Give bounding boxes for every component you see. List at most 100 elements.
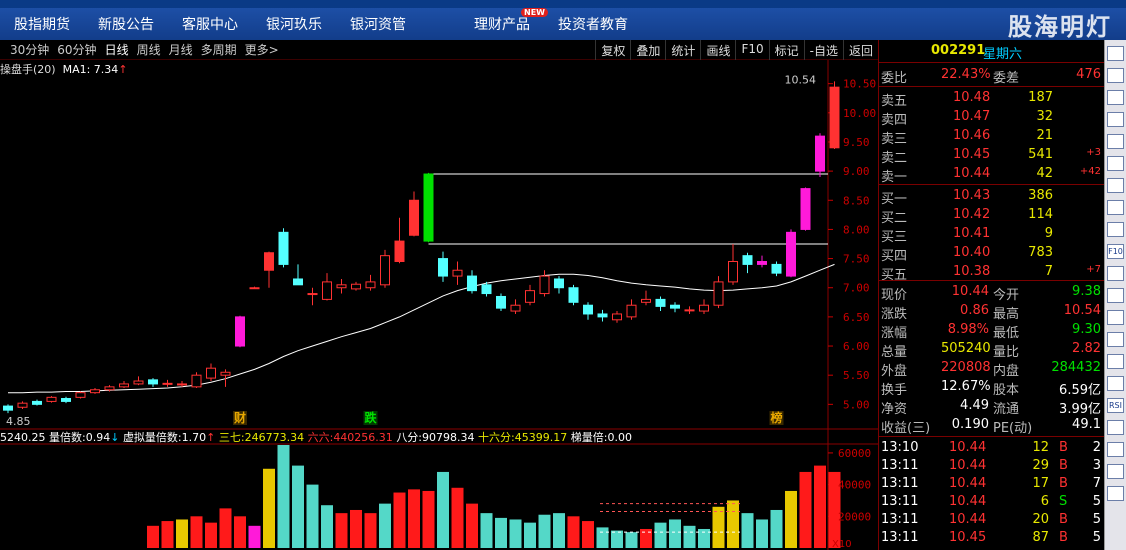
- period-60min[interactable]: 60分钟: [53, 41, 100, 58]
- nav-futures[interactable]: 股指期货: [0, 14, 84, 34]
- mark-button[interactable]: 标记: [768, 40, 804, 60]
- ask-row[interactable]: 卖五 10.48 187: [879, 89, 1105, 109]
- y-tick-label: 9.50: [843, 136, 870, 149]
- sidebar-tool-icon[interactable]: [1107, 112, 1124, 127]
- tick-count: 5: [1092, 512, 1101, 527]
- ask-label: 卖五: [881, 94, 908, 109]
- stat-row[interactable]: 涨跌 0.86 最高 10.54: [879, 302, 1105, 322]
- ask-row[interactable]: 卖二 10.45 541 +3: [879, 146, 1105, 166]
- menu-bar: [0, 0, 1126, 8]
- sidebar-tool-icon[interactable]: [1107, 68, 1124, 83]
- vol-tick-label: 20000: [838, 510, 871, 523]
- volume-bar: [567, 516, 580, 548]
- overlay-button[interactable]: 叠加: [630, 40, 665, 60]
- nav-wealth[interactable]: 理财产品 NEW: [460, 8, 548, 34]
- sidebar-tool-icon[interactable]: [1107, 222, 1124, 237]
- wb-label: 委比: [881, 71, 908, 86]
- volume-bar: [379, 503, 391, 548]
- vol-tick-label: 60000: [838, 447, 871, 460]
- candle-body: [133, 380, 144, 385]
- stat-row[interactable]: 外盘 220808 内盘 284432: [879, 359, 1105, 379]
- stat-value: 3.99亿: [1059, 402, 1101, 417]
- adjust-button[interactable]: 复权: [595, 40, 630, 60]
- sidebar-tool-icon[interactable]: [1107, 46, 1124, 61]
- sidebar-tool-icon[interactable]: [1107, 200, 1124, 215]
- stat-row[interactable]: 总量 505240 量比 2.82: [879, 340, 1105, 360]
- y-tick-label: 9.00: [843, 165, 870, 178]
- event-marker: 跌: [365, 410, 378, 425]
- nav-ipo-notice[interactable]: 新股公告: [84, 14, 168, 34]
- tick-count: 3: [1092, 458, 1101, 473]
- bid-row[interactable]: 买一 10.43 386: [879, 187, 1105, 207]
- tick-time: 13:11: [881, 494, 919, 509]
- y-tick-label: 6.50: [843, 311, 870, 324]
- sidebar-tool-icon[interactable]: [1107, 90, 1124, 105]
- period-30min[interactable]: 30分钟: [6, 41, 53, 58]
- sidebar-tool-icon[interactable]: [1107, 134, 1124, 149]
- volume-bar: [219, 508, 232, 548]
- sidebar-tool-icon[interactable]: [1107, 354, 1124, 369]
- period-weekly[interactable]: 周线: [133, 41, 165, 58]
- tick-row[interactable]: 13:11 10.44 6 S 5: [879, 493, 1105, 512]
- bid-row[interactable]: 买二 10.42 114: [879, 206, 1105, 226]
- remove-watchlist-button[interactable]: -自选: [803, 40, 843, 60]
- sidebar-tool-icon[interactable]: [1107, 266, 1124, 281]
- period-more[interactable]: 更多>: [241, 41, 283, 58]
- sidebar-tool-icon[interactable]: [1107, 442, 1124, 457]
- volume-bar: [683, 525, 696, 548]
- tick-row[interactable]: 13:11 10.44 20 B 5: [879, 511, 1105, 530]
- y-tick-label: 8.00: [843, 223, 870, 236]
- sidebar-tool-icon[interactable]: [1107, 486, 1124, 501]
- stat-row[interactable]: 净资 4.49 流通 3.99亿: [879, 397, 1105, 417]
- quote-panel: 002291 星期六 委比 22.43% 委差 476 卖五 10.48 187 卖四…: [878, 40, 1105, 550]
- ask-price: 10.44: [953, 166, 991, 181]
- bid-row[interactable]: 买四 10.40 783: [879, 244, 1105, 264]
- nav-investor-edu[interactable]: 投资者教育: [544, 14, 642, 34]
- candle-body: [467, 275, 477, 292]
- sidebar-tool-icon[interactable]: [1107, 310, 1124, 325]
- candle-body: [278, 231, 289, 265]
- sidebar-tool-icon[interactable]: F10: [1107, 244, 1124, 259]
- stat-row[interactable]: 现价 10.44 今开 9.38: [879, 283, 1105, 303]
- sidebar-tool-icon[interactable]: [1107, 464, 1124, 479]
- tick-row[interactable]: 13:11 10.44 17 B 7: [879, 475, 1105, 494]
- period-monthly[interactable]: 月线: [165, 41, 197, 58]
- ask-row[interactable]: 卖四 10.47 32: [879, 108, 1105, 128]
- candle-body: [568, 287, 579, 303]
- sidebar-tool-icon[interactable]: [1107, 376, 1124, 391]
- nav-asset-mgmt[interactable]: 银河资管: [336, 14, 420, 34]
- bid-change: +7: [1086, 264, 1101, 275]
- stat-row[interactable]: 涨幅 8.98% 最低 9.30: [879, 321, 1105, 341]
- tick-row[interactable]: 13:11 10.44 29 B 3: [879, 457, 1105, 476]
- f10-button[interactable]: F10: [735, 40, 768, 60]
- tick-row[interactable]: 13:10 10.44 12 B 2: [879, 439, 1105, 458]
- sidebar-tool-icon[interactable]: [1107, 288, 1124, 303]
- ask-row[interactable]: 卖一 10.44 42 +42: [879, 165, 1105, 185]
- sidebar-tool-icon[interactable]: [1107, 156, 1124, 171]
- stats-button[interactable]: 统计: [665, 40, 700, 60]
- sidebar-tool-icon[interactable]: [1107, 420, 1124, 435]
- draw-button[interactable]: 画线: [700, 40, 735, 60]
- candle-body: [17, 402, 28, 408]
- nav-service[interactable]: 客服中心: [168, 14, 252, 34]
- stat-label: 最低: [993, 326, 1020, 341]
- tick-row[interactable]: 13:11 10.45 87 B 5: [879, 529, 1105, 548]
- stat-value: 0.190: [951, 417, 989, 432]
- tick-time: 13:11: [881, 530, 919, 545]
- nav-yinhe-jiule[interactable]: 银河玖乐: [252, 14, 336, 34]
- period-multi[interactable]: 多周期: [197, 41, 241, 58]
- indicator-bar: 5240.25 量倍数:0.94↓ 虚拟量倍数:1.70↑ 三七:246773.…: [0, 431, 632, 444]
- sidebar-tool-icon[interactable]: RSI: [1107, 398, 1124, 413]
- bid-row[interactable]: 买三 10.41 9: [879, 225, 1105, 245]
- bid-price: 10.38: [953, 264, 991, 279]
- candle-body: [423, 173, 434, 242]
- sidebar-tool-icon[interactable]: [1107, 178, 1124, 193]
- stat-row[interactable]: 收益(三) 0.190 PE(动) 49.1: [879, 416, 1105, 436]
- back-button[interactable]: 返回: [842, 40, 878, 60]
- sidebar-tool-icon[interactable]: [1107, 332, 1124, 347]
- ask-row[interactable]: 卖三 10.46 21: [879, 127, 1105, 147]
- tick-count: 5: [1092, 494, 1101, 509]
- period-daily[interactable]: 日线: [101, 41, 133, 58]
- kline-chart[interactable]: 10.50 10.00 9.50 9.00 8.50 8.00 7.50 7.00 6.50 6.…: [0, 60, 878, 550]
- stat-row[interactable]: 换手 12.67% 股本 6.59亿: [879, 378, 1105, 398]
